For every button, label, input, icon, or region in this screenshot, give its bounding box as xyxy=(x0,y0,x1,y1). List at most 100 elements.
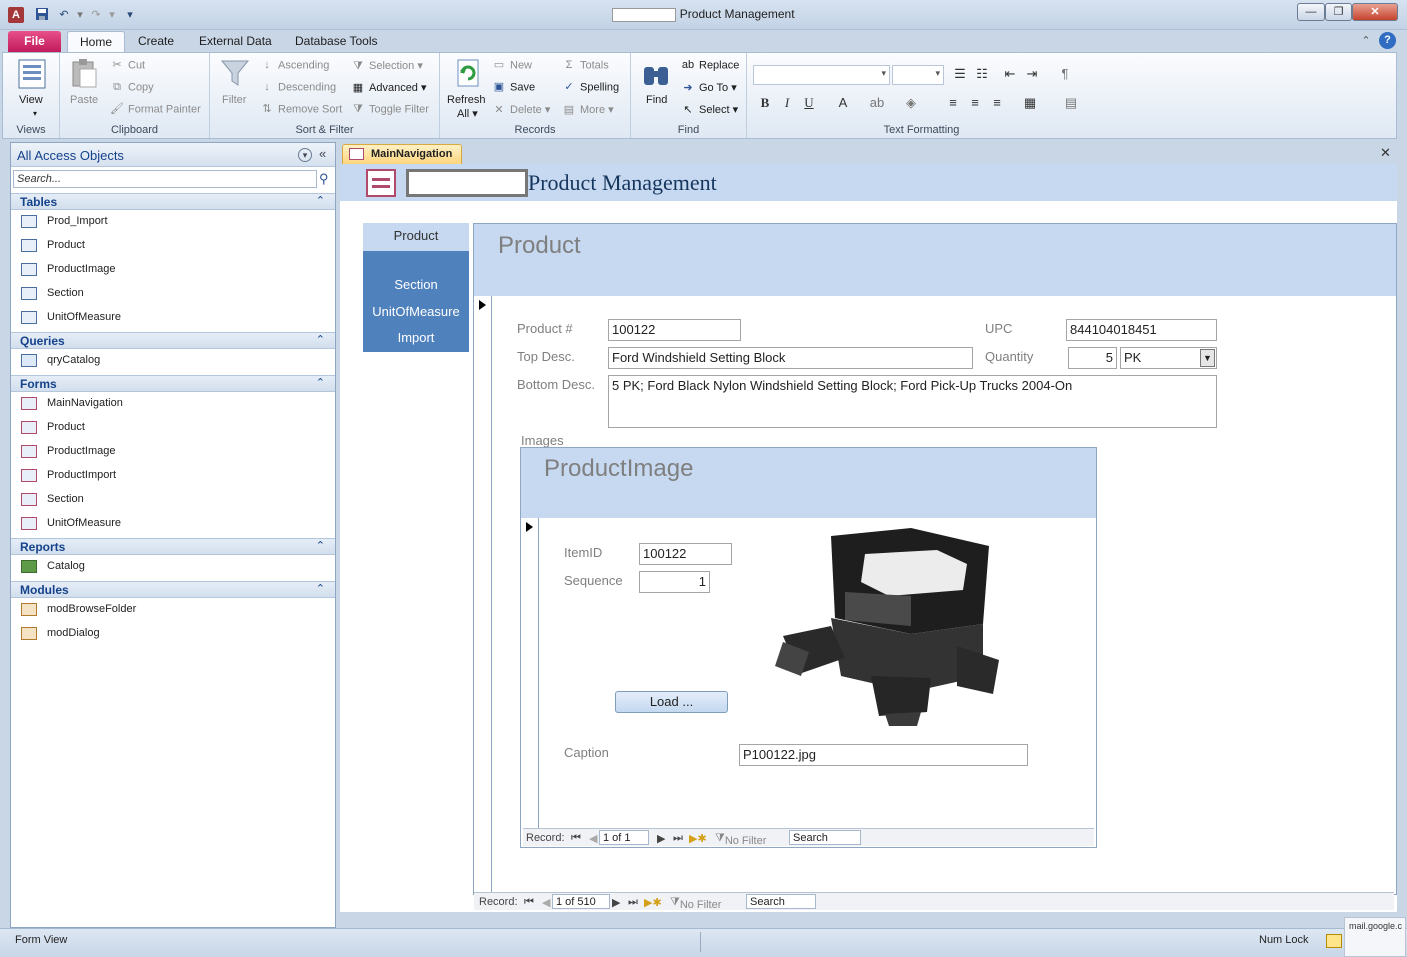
help-icon[interactable]: ? xyxy=(1379,32,1396,49)
highlight-icon[interactable]: ab xyxy=(869,95,885,110)
nav-item-table[interactable]: Prod_Import xyxy=(21,210,331,232)
minimize-button[interactable]: — xyxy=(1297,3,1325,21)
nav-section-queries[interactable]: Queries ⌃ xyxy=(11,332,335,349)
paragraph-direction-icon[interactable]: ¶ xyxy=(1057,66,1073,81)
select-button[interactable]: ↖ Select ▾ xyxy=(681,103,738,117)
minimize-ribbon-icon[interactable]: ⌃ xyxy=(1358,33,1374,49)
product-number-field[interactable]: 100122 xyxy=(608,319,741,341)
remove-sort-button[interactable]: ⇅ Remove Sort xyxy=(260,103,342,116)
last-record-icon[interactable]: ⏭ xyxy=(673,832,683,845)
last-record-icon[interactable]: ⏭ xyxy=(628,896,638,909)
prev-record-icon[interactable]: ◀ xyxy=(542,896,550,909)
spelling-button[interactable]: ✓ Spelling xyxy=(562,81,619,94)
new-record-button[interactable]: ▭ New xyxy=(492,59,532,72)
nav-item-table[interactable]: ProductImage xyxy=(21,258,331,280)
bullets-icon[interactable]: ☰ xyxy=(952,66,968,82)
paste-icon[interactable] xyxy=(68,57,100,89)
nav-item-table[interactable]: UnitOfMeasure xyxy=(21,306,331,328)
selection-button[interactable]: ⧩ Selection ▾ xyxy=(351,59,423,73)
nav-item-module[interactable]: modBrowseFolder xyxy=(21,598,331,620)
advanced-button[interactable]: ▦ Advanced ▾ xyxy=(351,81,427,95)
record-selector[interactable] xyxy=(474,296,492,893)
quantity-field[interactable]: 5 xyxy=(1068,347,1117,369)
image-record-selector[interactable] xyxy=(521,518,539,828)
new-record-icon[interactable]: ▶✱ xyxy=(689,832,707,845)
nav-search-input[interactable]: Search... xyxy=(13,170,317,188)
dropdown-arrow-icon[interactable]: ▼ xyxy=(1200,349,1215,367)
form-view-icon[interactable] xyxy=(1326,934,1342,948)
sequence-field[interactable]: 1 xyxy=(639,571,710,593)
view-dropdown-icon[interactable]: ▾ xyxy=(33,109,37,118)
first-record-icon[interactable]: ⏮ xyxy=(571,832,581,845)
item-id-field[interactable]: 100122 xyxy=(639,543,732,565)
alternate-row-color-icon[interactable]: ▤ xyxy=(1063,95,1079,111)
tab-external-data[interactable]: External Data xyxy=(187,31,284,52)
record-position-field[interactable]: 1 of 510 xyxy=(552,894,610,909)
ascending-button[interactable]: ↓ Ascending xyxy=(260,59,329,72)
close-document-icon[interactable]: ✕ xyxy=(1380,145,1391,161)
tab-create[interactable]: Create xyxy=(126,31,186,52)
tab-database-tools[interactable]: Database Tools xyxy=(283,31,390,52)
no-filter-indicator[interactable]: ⧩ No Filter xyxy=(715,832,766,847)
italic-icon[interactable]: I xyxy=(779,95,795,111)
font-color-icon[interactable]: A xyxy=(835,95,851,110)
go-to-button[interactable]: ➜ Go To ▾ xyxy=(681,81,736,95)
copy-button[interactable]: ⧉ Copy xyxy=(110,81,154,94)
nav-pane-header[interactable]: All Access Objects ▾ « xyxy=(11,143,335,167)
nav-item-form[interactable]: Product xyxy=(21,416,331,438)
align-right-icon[interactable]: ≡ xyxy=(989,95,1005,110)
record-search-input[interactable]: Search xyxy=(746,894,816,909)
shutter-bar-close-icon[interactable]: « xyxy=(319,146,326,161)
format-painter-button[interactable]: 🖌 Format Painter xyxy=(110,103,201,116)
nav-section-forms[interactable]: Forms ⌃ xyxy=(11,375,335,392)
load-image-button[interactable]: Load ... xyxy=(615,691,728,713)
align-center-icon[interactable]: ≡ xyxy=(967,95,983,110)
nav-item-table[interactable]: Section xyxy=(21,282,331,304)
totals-button[interactable]: Σ Totals xyxy=(562,59,609,72)
find-button[interactable]: Find xyxy=(646,94,667,106)
prev-record-icon[interactable]: ◀ xyxy=(589,832,597,845)
binoculars-icon[interactable] xyxy=(640,59,672,91)
upc-field[interactable]: 844104018451 xyxy=(1066,319,1217,341)
toggle-filter-button[interactable]: ⧩ Toggle Filter xyxy=(351,103,429,116)
nav-item-module[interactable]: modDialog xyxy=(21,622,331,644)
descending-button[interactable]: ↓ Descending xyxy=(260,81,336,94)
refresh-all-button[interactable]: Refresh xyxy=(447,94,486,106)
filter-icon[interactable] xyxy=(219,57,251,89)
nav-item-query[interactable]: qryCatalog xyxy=(21,349,331,371)
save-record-button[interactable]: ▣ Save xyxy=(492,81,535,94)
nav-section-modules[interactable]: Modules ⌃ xyxy=(11,581,335,598)
next-record-icon[interactable]: ▶ xyxy=(657,832,665,845)
nav-tab-product[interactable]: Product xyxy=(363,223,469,251)
nav-item-table[interactable]: Product xyxy=(21,234,331,256)
caption-field[interactable]: P100122.jpg xyxy=(739,744,1028,766)
record-search-input[interactable]: Search xyxy=(789,830,861,845)
nav-section-reports[interactable]: Reports ⌃ xyxy=(11,538,335,555)
refresh-all-sub[interactable]: All ▾ xyxy=(457,107,478,120)
fill-color-icon[interactable]: ◈ xyxy=(903,95,919,111)
refresh-icon[interactable] xyxy=(452,57,484,89)
nav-item-form[interactable]: UnitOfMeasure xyxy=(21,512,331,534)
replace-button[interactable]: ab Replace xyxy=(681,59,739,72)
gridlines-icon[interactable]: ▦ xyxy=(1022,95,1038,111)
close-button[interactable]: ✕ xyxy=(1352,3,1398,21)
no-filter-indicator[interactable]: ⧩ No Filter xyxy=(670,896,721,911)
underline-icon[interactable]: U xyxy=(801,95,817,111)
tab-file[interactable]: File xyxy=(8,31,61,52)
record-position-field[interactable]: 1 of 1 xyxy=(599,830,649,845)
more-button[interactable]: ▤ More ▾ xyxy=(562,103,614,117)
paste-button[interactable]: Paste xyxy=(70,94,98,106)
restore-button[interactable]: ❐ xyxy=(1325,3,1352,21)
nav-tab-unitofmeasure[interactable]: UnitOfMeasure xyxy=(363,304,469,319)
nav-tab-import[interactable]: Import xyxy=(363,330,469,345)
doc-tab-mainnavigation[interactable]: MainNavigation xyxy=(342,144,462,164)
view-icon[interactable] xyxy=(16,58,48,90)
cut-button[interactable]: ✂ Cut xyxy=(110,59,145,72)
bottom-desc-field[interactable]: 5 PK; Ford Black Nylon Windshield Settin… xyxy=(608,375,1217,428)
new-record-icon[interactable]: ▶✱ xyxy=(644,896,662,909)
nav-item-form[interactable]: ProductImport xyxy=(21,464,331,486)
decrease-indent-icon[interactable]: ⇤ xyxy=(1002,66,1018,82)
nav-item-form[interactable]: ProductImage xyxy=(21,440,331,462)
top-desc-field[interactable]: Ford Windshield Setting Block xyxy=(608,347,973,369)
align-left-icon[interactable]: ≡ xyxy=(945,95,961,110)
